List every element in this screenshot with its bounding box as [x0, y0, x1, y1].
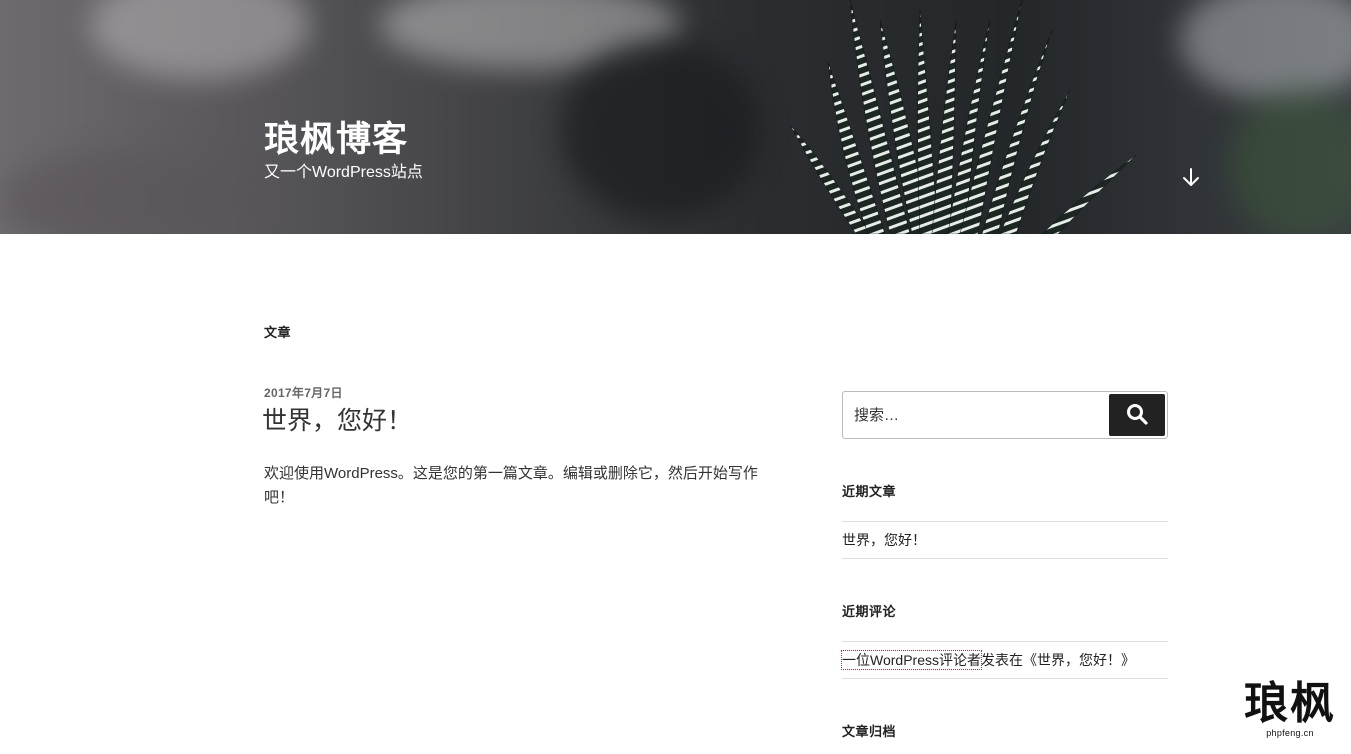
- post-date[interactable]: 2017年7月7日: [264, 384, 784, 401]
- site-watermark: 琅枫 phpfeng.cn: [1238, 680, 1342, 740]
- recent-comments-list: 一位WordPress评论者发表在《世界，您好！》: [841, 641, 1168, 679]
- watermark-domain: phpfeng.cn: [1266, 728, 1314, 738]
- search-input[interactable]: [843, 392, 1107, 438]
- archives-title: 文章归档: [842, 724, 897, 739]
- page-heading: 文章: [264, 325, 292, 340]
- header-background-blur: [1180, 0, 1351, 100]
- site-branding: 琅枫博客 又一个WordPress站点: [264, 118, 423, 183]
- recent-comments-title: 近期评论: [842, 604, 897, 619]
- post-title-link[interactable]: 世界，您好！: [262, 404, 784, 438]
- header-background-blur: [90, 0, 310, 80]
- post-entry: 2017年7月7日 世界，您好！ 欢迎使用WordPress。这是您的第一篇文章…: [262, 384, 784, 510]
- header-background-blur: [1230, 90, 1351, 234]
- header-background-blur: [0, 150, 260, 234]
- sidebar: 近期文章 世界，您好！ 近期评论 一位WordPress评论者发表在《世界，您好…: [841, 391, 1168, 739]
- comment-close: 》: [1120, 652, 1135, 668]
- site-title-link[interactable]: 琅枫博客: [264, 118, 423, 162]
- comment-author-link[interactable]: 一位WordPress评论者: [841, 650, 982, 670]
- arrow-down-icon[interactable]: [1180, 166, 1202, 188]
- recent-post-link[interactable]: 世界，您好！: [842, 532, 926, 548]
- comment-connector: 发表在《: [980, 652, 1037, 668]
- watermark-logo: 琅枫: [1244, 678, 1336, 729]
- site-header: 琅枫博客 又一个WordPress站点: [0, 0, 1351, 234]
- search-icon: [1127, 403, 1148, 425]
- post-excerpt: 欢迎使用WordPress。这是您的第一篇文章。编辑或删除它，然后开始写作吧！: [264, 465, 758, 506]
- site-description: 又一个WordPress站点: [264, 164, 423, 181]
- comment-post-link[interactable]: 世界，您好！: [1037, 652, 1121, 668]
- header-background-blur: [560, 40, 760, 220]
- recent-posts-list: 世界，您好！: [842, 521, 1168, 559]
- recent-posts-title: 近期文章: [842, 484, 897, 499]
- search-button[interactable]: [1109, 394, 1165, 436]
- search-form: [842, 391, 1168, 439]
- header-plant-image: [789, 0, 1137, 234]
